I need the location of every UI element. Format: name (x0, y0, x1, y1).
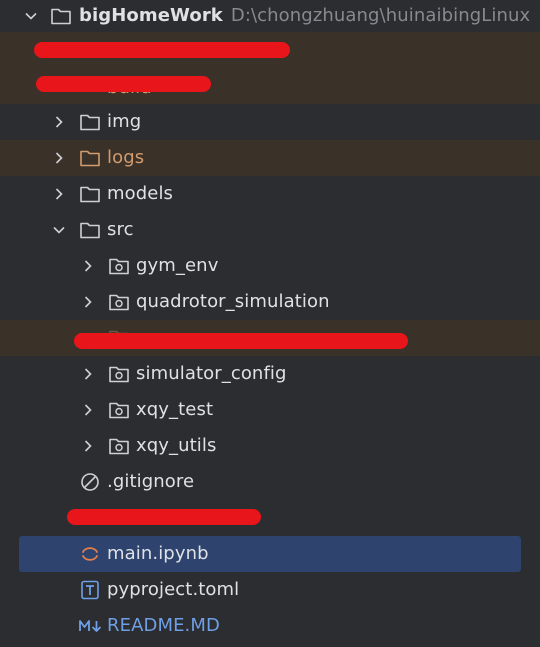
chevron-right-icon[interactable] (79, 293, 97, 311)
tree-row-xqy-utils[interactable]: xqy_utils (0, 428, 540, 464)
package-folder-icon (108, 436, 130, 456)
chevron-right-icon[interactable] (50, 113, 68, 131)
tree-row-redacted[interactable] (0, 32, 540, 68)
chevron-down-icon[interactable] (50, 221, 68, 239)
package-folder-icon (108, 364, 130, 384)
tree-row-simulator-config[interactable]: simulator_config (0, 356, 540, 392)
project-tree: bigHomeWork D:\chongzhuang\huinaibingLinu… (0, 0, 540, 647)
toml-file-icon (79, 580, 101, 600)
redaction-mark (67, 509, 261, 525)
package-folder-icon (108, 400, 130, 420)
tree-item-label: src (107, 219, 134, 240)
folder-icon (50, 6, 72, 26)
tree-item-label: logs (107, 147, 145, 168)
folder-icon (79, 220, 101, 240)
tree-row-src[interactable]: src (0, 212, 540, 248)
chevron-down-icon[interactable] (22, 7, 40, 25)
chevron-right-icon[interactable] (79, 437, 97, 455)
tree-row-logs[interactable]: logs (0, 140, 540, 176)
project-path: D:\chongzhuang\huinaibingLinux (230, 5, 531, 26)
tree-row-build[interactable]: build (0, 68, 540, 104)
chevron-right-icon[interactable] (50, 149, 68, 167)
chevron-right-icon[interactable] (79, 257, 97, 275)
chevron-right-icon[interactable] (50, 185, 68, 203)
tree-row-readme[interactable]: README.MD (0, 608, 540, 644)
tree-row-xqy-test[interactable]: xqy_test (0, 392, 540, 428)
tree-row-project-root[interactable]: bigHomeWork D:\chongzhuang\huinaibingLinu… (0, 0, 540, 34)
tree-row-gym-env[interactable]: gym_env (0, 248, 540, 284)
tree-row-pyproject-toml[interactable]: pyproject.toml (0, 572, 540, 608)
project-name: bigHomeWork D:\chongzhuang\huinaibingLinu… (79, 5, 531, 26)
tree-row-redacted[interactable] (0, 320, 540, 356)
gitignore-icon (79, 472, 101, 492)
tree-row-gitignore[interactable]: .gitignore (0, 464, 540, 500)
tree-row-redacted[interactable] (0, 500, 540, 536)
tree-item-label: xqy_utils (136, 435, 217, 456)
folder-icon (79, 148, 101, 168)
tree-item-label: pyproject.toml (107, 579, 240, 600)
tree-row-models[interactable]: models (0, 176, 540, 212)
tree-row-main-ipynb[interactable]: main.ipynb (19, 536, 521, 572)
tree-row-quadrotor-simulation[interactable]: quadrotor_simulation (0, 284, 540, 320)
package-folder-icon (108, 256, 130, 276)
folder-icon (79, 112, 101, 132)
redaction-mark (36, 76, 211, 92)
chevron-right-icon[interactable] (79, 401, 97, 419)
package-folder-icon (108, 292, 130, 312)
tree-item-label: xqy_test (136, 399, 214, 420)
tree-item-label: simulator_config (136, 363, 287, 384)
tree-item-label: img (107, 111, 142, 132)
tree-row-img[interactable]: img (0, 104, 540, 140)
tree-item-label: main.ipynb (107, 543, 209, 564)
tree-item-label: quadrotor_simulation (136, 291, 330, 312)
folder-icon (79, 184, 101, 204)
tree-item-label: gym_env (136, 255, 219, 276)
redaction-mark (34, 42, 290, 58)
markdown-icon (78, 616, 104, 636)
chevron-right-icon[interactable] (79, 365, 97, 383)
tree-item-label: README.MD (107, 615, 220, 636)
tree-item-label: models (107, 183, 174, 204)
notebook-icon (79, 544, 101, 564)
redaction-mark (74, 333, 408, 349)
tree-item-label: .gitignore (107, 471, 195, 492)
